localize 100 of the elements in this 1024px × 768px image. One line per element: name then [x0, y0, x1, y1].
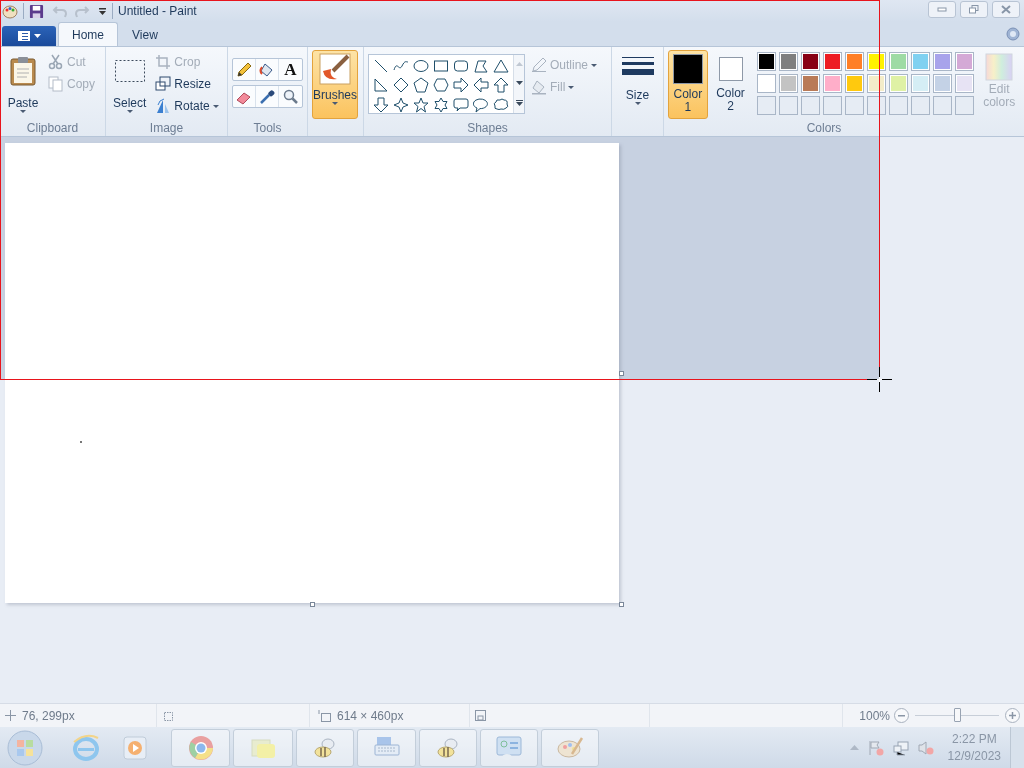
- color-swatch[interactable]: [757, 74, 777, 93]
- six-point-star-icon: [433, 96, 449, 113]
- empty-swatch[interactable]: [889, 96, 909, 115]
- pentagon-shape-button[interactable]: [411, 75, 431, 95]
- rotate-button[interactable]: Rotate: [155, 95, 219, 117]
- up-arrow-icon: [493, 77, 509, 94]
- undo-icon[interactable]: [52, 3, 68, 19]
- empty-swatch[interactable]: [911, 96, 931, 115]
- down-arrow-shape-button[interactable]: [371, 95, 391, 115]
- resize-icon: [155, 76, 172, 92]
- hexagon-shape-button[interactable]: [431, 75, 451, 95]
- zoom-out-button[interactable]: [894, 708, 909, 723]
- scroll-up-icon[interactable]: [515, 62, 523, 67]
- color-swatch[interactable]: [889, 52, 909, 71]
- group-label: Image: [148, 120, 185, 136]
- right-arrow-shape-button[interactable]: [451, 75, 471, 95]
- taskbar-button[interactable]: [233, 728, 293, 767]
- color-swatch[interactable]: [911, 52, 931, 71]
- taskbar-button[interactable]: [419, 728, 477, 767]
- empty-swatch[interactable]: [823, 96, 843, 115]
- four-point-star-shape-button[interactable]: [391, 95, 411, 115]
- color-swatch[interactable]: [823, 74, 843, 93]
- redo-icon[interactable]: [74, 3, 90, 19]
- color-swatch[interactable]: [779, 74, 799, 93]
- taskbar-button[interactable]: [171, 728, 230, 767]
- menu-icon: [17, 31, 30, 41]
- diamond-icon: [393, 77, 409, 94]
- zoom-slider[interactable]: [915, 708, 999, 723]
- color-swatch[interactable]: [845, 74, 865, 93]
- left-arrow-shape-button[interactable]: [471, 75, 491, 95]
- oval-speech-bubble-shape-button[interactable]: [471, 95, 491, 115]
- restore-button[interactable]: [960, 0, 988, 18]
- triangle-icon: [493, 57, 509, 74]
- resize-handle[interactable]: [310, 602, 315, 607]
- color-swatch[interactable]: [933, 52, 953, 71]
- color-swatch[interactable]: [955, 74, 975, 93]
- color-swatch[interactable]: [801, 74, 821, 93]
- up-arrow-shape-button[interactable]: [491, 75, 511, 95]
- empty-swatch[interactable]: [933, 96, 953, 115]
- file-menu-button[interactable]: [2, 26, 56, 46]
- oval-icon: [413, 57, 429, 74]
- taskbar-button[interactable]: [541, 728, 599, 767]
- empty-swatch[interactable]: [801, 96, 821, 115]
- taskbar-button[interactable]: [480, 728, 538, 767]
- select-button[interactable]: Select: [110, 50, 150, 119]
- minimize-button[interactable]: [928, 0, 956, 18]
- media-player-icon[interactable]: [122, 734, 148, 761]
- zoom-in-button[interactable]: [1005, 708, 1020, 723]
- plus-icon: [1009, 712, 1016, 719]
- action-center-flag-icon[interactable]: [867, 739, 884, 756]
- color-swatch[interactable]: [889, 74, 909, 93]
- muted-volume-icon[interactable]: [917, 739, 934, 756]
- text-button[interactable]: A: [279, 59, 302, 80]
- resize-button[interactable]: Resize: [155, 73, 219, 95]
- copy-icon: [48, 76, 64, 92]
- gallery-expand-icon[interactable]: [515, 99, 523, 106]
- color-slot-button[interactable]: Color 1: [668, 50, 708, 119]
- empty-swatch[interactable]: [845, 96, 865, 115]
- tab[interactable]: Home: [58, 22, 118, 46]
- rounded-rectangle-icon: [453, 57, 469, 74]
- canvas-size: 614 × 460px: [337, 707, 404, 725]
- color-slot-button[interactable]: Color 2: [711, 50, 750, 119]
- color-swatch[interactable]: [933, 74, 953, 93]
- color-swatch[interactable]: [845, 52, 865, 71]
- six-point-star-shape-button[interactable]: [431, 95, 451, 115]
- start-button[interactable]: [7, 729, 43, 766]
- restore-icon: [969, 4, 979, 14]
- color-swatch[interactable]: [823, 52, 843, 71]
- color-swatch[interactable]: [911, 74, 931, 93]
- tab[interactable]: View: [118, 22, 172, 46]
- network-icon[interactable]: [892, 739, 909, 756]
- four-point-star-icon: [393, 96, 409, 113]
- taskbar-button[interactable]: [357, 728, 416, 767]
- save-icon[interactable]: [29, 3, 44, 19]
- diamond-shape-button[interactable]: [391, 75, 411, 95]
- empty-swatch[interactable]: [779, 96, 799, 115]
- slider-thumb[interactable]: [954, 708, 961, 722]
- caret-icon: [332, 102, 338, 105]
- taskbar-button[interactable]: [296, 728, 354, 767]
- brushes-button[interactable]: Brushes: [312, 50, 358, 119]
- close-button[interactable]: [992, 0, 1020, 18]
- size-button[interactable]: Size: [616, 48, 659, 119]
- cursor-position: 76, 299px: [22, 707, 75, 725]
- color-swatch[interactable]: [801, 52, 821, 71]
- polygon-icon: [473, 57, 489, 74]
- minimize-icon: [937, 6, 947, 12]
- empty-swatch[interactable]: [955, 96, 975, 115]
- resize-handle[interactable]: [619, 371, 624, 376]
- color-swatch[interactable]: [757, 52, 777, 71]
- help-icon[interactable]: [1006, 27, 1020, 41]
- move-cursor-icon: [5, 710, 16, 721]
- color-swatch[interactable]: [779, 52, 799, 71]
- dropdown-icon[interactable]: [98, 6, 107, 16]
- resize-handle[interactable]: [619, 602, 624, 607]
- color-swatch[interactable]: [955, 52, 975, 71]
- scroll-down-icon[interactable]: [515, 81, 523, 85]
- paste-button[interactable]: Paste: [4, 50, 42, 119]
- empty-swatch[interactable]: [757, 96, 777, 115]
- five-point-star-shape-button[interactable]: [411, 95, 431, 115]
- show-hidden-icons-icon[interactable]: [849, 745, 859, 750]
